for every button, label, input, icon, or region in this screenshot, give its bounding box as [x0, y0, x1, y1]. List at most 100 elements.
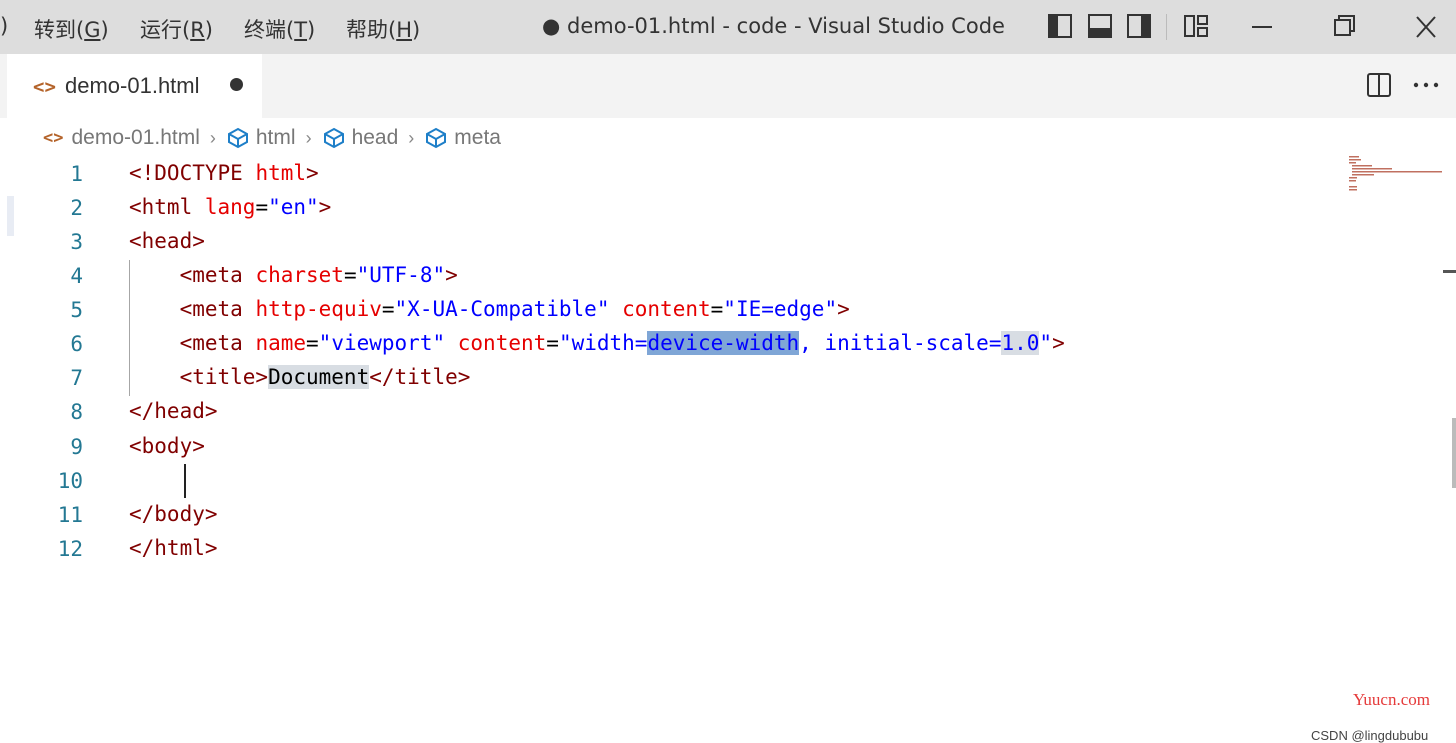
- symbol-element-icon: [426, 127, 447, 149]
- token-tag: </body>: [129, 502, 218, 526]
- menu-suffix: ): [412, 18, 421, 42]
- token-tag: <html: [129, 195, 205, 219]
- editor[interactable]: <> demo-01.html › html › head › meta 1 <…: [7, 118, 1456, 743]
- watermark-site: Yuucn.com: [1353, 690, 1430, 709]
- line-number: 12: [57, 537, 83, 561]
- menu-accel: R: [190, 18, 205, 42]
- chevron-right-icon: ›: [408, 127, 415, 148]
- code-text: </html>: [129, 536, 218, 560]
- token-value: "width=: [558, 331, 648, 355]
- code-line[interactable]: 6 <meta name="viewport" content="width=d…: [7, 327, 1347, 361]
- menu-item-goto[interactable]: 转到(G): [34, 14, 109, 44]
- toggle-secondary-sidebar-icon[interactable]: [1126, 13, 1152, 39]
- breadcrumb-label: meta: [454, 126, 501, 149]
- token-tag: >: [1052, 331, 1065, 355]
- token-equals: =: [710, 297, 724, 321]
- line-number: 1: [70, 162, 83, 186]
- breadcrumb-item-head[interactable]: head: [322, 126, 399, 150]
- code-text: <meta http-equiv="X-UA-Compatible" conte…: [129, 297, 850, 321]
- restore-icon[interactable]: [1324, 10, 1364, 44]
- code-text: <body>: [129, 434, 205, 458]
- token-tag: >: [306, 161, 319, 185]
- code-text: <html lang="en">: [129, 195, 331, 219]
- token-tag: >: [318, 195, 332, 219]
- menu-accel: G: [84, 18, 101, 42]
- token-tag: </html>: [129, 536, 218, 560]
- code-text: <title>Document</title>: [129, 365, 470, 389]
- line-number: 6: [70, 332, 83, 356]
- text-cursor: [184, 464, 186, 498]
- scrollbar-cursor-mark: [1443, 270, 1456, 273]
- code-line[interactable]: 2 <html lang="en">: [7, 191, 1347, 225]
- token-value: "UTF-8": [356, 263, 446, 287]
- code-line[interactable]: 5 <meta http-equiv="X-UA-Compatible" con…: [7, 293, 1347, 327]
- token-attribute: lang: [204, 195, 256, 219]
- token-value: "en": [268, 195, 319, 219]
- html-file-icon: <>: [43, 128, 64, 148]
- menu-item-help[interactable]: 帮助(H): [346, 14, 420, 44]
- code-line[interactable]: 12 </html>: [7, 532, 1347, 566]
- token-value: "viewport": [318, 331, 446, 355]
- tab-demo-01[interactable]: <> demo-01.html: [7, 54, 262, 118]
- breadcrumb-file-label: demo-01.html: [71, 126, 200, 149]
- symbol-element-icon: [323, 127, 344, 149]
- code-text: <!DOCTYPE html>: [129, 161, 319, 185]
- token-tag: <meta: [129, 263, 256, 287]
- breadcrumb-item-html[interactable]: html: [226, 126, 296, 150]
- code-line[interactable]: 8 </head>: [7, 395, 1347, 429]
- token-attribute: name: [255, 331, 307, 355]
- code-text: <meta charset="UTF-8">: [129, 263, 458, 287]
- toggle-panel-icon[interactable]: [1087, 13, 1113, 39]
- titlebar-divider: [1166, 14, 1167, 40]
- breadcrumb-label: head: [351, 126, 399, 149]
- menu-item-partial[interactable]: ): [0, 14, 8, 38]
- toggle-primary-sidebar-icon[interactable]: [1047, 13, 1073, 39]
- customize-layout-icon[interactable]: [1183, 13, 1209, 39]
- line-number: 3: [70, 230, 83, 254]
- token-tag: <!DOCTYPE: [129, 161, 256, 185]
- line-number: 4: [70, 264, 83, 288]
- menu-item-run[interactable]: 运行(R): [140, 14, 213, 44]
- code-line[interactable]: 3 <head>: [7, 225, 1347, 259]
- line-number: 10: [57, 469, 83, 493]
- minimap[interactable]: [1347, 156, 1447, 206]
- close-icon[interactable]: [1406, 10, 1446, 44]
- split-editor-icon[interactable]: [1366, 72, 1392, 98]
- token-tag: >: [837, 297, 850, 321]
- token-equals: =: [381, 297, 395, 321]
- unsaved-dot-icon[interactable]: [230, 78, 243, 91]
- minimize-icon[interactable]: [1242, 10, 1282, 44]
- scrollbar-thumb[interactable]: [1452, 418, 1456, 488]
- code-line[interactable]: 1 <!DOCTYPE html>: [7, 157, 1347, 191]
- token-tag: <head>: [129, 229, 205, 253]
- chevron-right-icon: ›: [305, 127, 312, 148]
- menu-item-terminal[interactable]: 终端(T): [244, 14, 315, 44]
- menu-suffix: ): [100, 18, 109, 42]
- token-attribute: html: [255, 161, 307, 185]
- window-title: ● demo-01.html - code - Visual Studio Co…: [542, 14, 1005, 38]
- breadcrumb-file[interactable]: <> demo-01.html: [43, 126, 200, 150]
- code-line[interactable]: 7 <title>Document</title>: [7, 361, 1347, 395]
- token-attribute: content: [457, 331, 547, 355]
- token-value: , initial-scale=: [799, 331, 1002, 355]
- line-number: 11: [57, 503, 83, 527]
- breadcrumb-item-meta[interactable]: meta: [424, 126, 501, 150]
- token-attribute: content: [622, 297, 711, 321]
- tab-bar: <> demo-01.html: [0, 54, 1456, 118]
- text-selection: device-width: [647, 331, 800, 355]
- token-tag: >: [445, 263, 458, 287]
- more-actions-icon[interactable]: [1412, 72, 1440, 98]
- menu-suffix: ): [204, 18, 213, 42]
- watermark-credit: CSDN @lingdububu: [1311, 728, 1429, 743]
- menu-label: ): [0, 14, 9, 38]
- html-file-icon: <>: [33, 76, 56, 98]
- line-number: 5: [70, 298, 83, 322]
- code-line[interactable]: 10: [7, 464, 1347, 498]
- code-line[interactable]: 9 <body>: [7, 430, 1347, 464]
- menu-accel: T: [294, 18, 308, 42]
- token-tag: <meta: [129, 331, 256, 355]
- code-text: <head>: [129, 229, 205, 253]
- code-line[interactable]: 4 <meta charset="UTF-8">: [7, 259, 1347, 293]
- code-line[interactable]: 11 </body>: [7, 498, 1347, 532]
- token-equals: =: [255, 195, 269, 219]
